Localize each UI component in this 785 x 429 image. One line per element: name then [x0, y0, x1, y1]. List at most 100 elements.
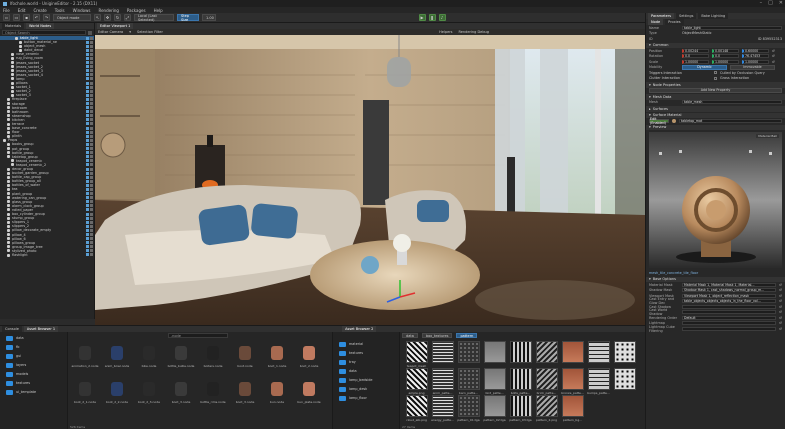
enabled-icon[interactable] [86, 220, 89, 224]
enabled-icon[interactable] [86, 237, 89, 241]
visibility-icon[interactable] [90, 183, 93, 187]
texture-item[interactable]: cloud_alb.png [404, 395, 429, 423]
visibility-toggles[interactable] [86, 73, 93, 77]
visibility-icon[interactable] [90, 208, 93, 212]
asset-item[interactable]: boot_3.node [230, 379, 260, 407]
visibility-icon[interactable] [90, 175, 93, 179]
visibility-icon[interactable] [90, 102, 93, 105]
enabled-icon[interactable] [86, 159, 89, 163]
select-icon[interactable]: ↖ [94, 14, 101, 21]
visibility-icon[interactable] [90, 142, 93, 146]
visibility-icon[interactable] [90, 73, 93, 77]
enabled-icon[interactable] [86, 110, 89, 114]
visibility-toggles[interactable] [86, 155, 93, 159]
rotate-icon[interactable]: ↻ [114, 14, 121, 21]
texture-item[interactable]: teapot_mesh [404, 341, 429, 369]
visibility-toggles[interactable] [86, 245, 93, 249]
visibility-icon[interactable] [90, 61, 93, 65]
visibility-toggles[interactable] [86, 228, 93, 232]
enabled-icon[interactable] [86, 142, 89, 146]
option-value[interactable]: Shadow Mask 1, cast_shadows_normal_group… [682, 288, 777, 293]
texture-item[interactable] [456, 341, 481, 369]
texture-item[interactable]: pattern_2.png [534, 395, 559, 423]
scale-y-field[interactable]: 1.00000 [712, 59, 739, 64]
enabled-icon[interactable] [86, 52, 89, 56]
visibility-icon[interactable] [90, 126, 93, 130]
visibility-icon[interactable] [90, 77, 93, 81]
enabled-icon[interactable] [86, 69, 89, 73]
enabled-icon[interactable] [86, 77, 89, 81]
enabled-icon[interactable] [86, 122, 89, 126]
name-field[interactable]: table_light [682, 25, 782, 30]
visibility-toggles[interactable] [86, 40, 93, 44]
enabled-icon[interactable] [86, 175, 89, 179]
visibility-icon[interactable] [90, 163, 93, 167]
visibility-icon[interactable] [90, 134, 93, 138]
enabled-icon[interactable] [86, 212, 89, 216]
texture-item[interactable]: anim_patte... [430, 368, 455, 396]
enabled-icon[interactable] [86, 163, 89, 167]
enabled-icon[interactable] [86, 134, 89, 138]
texture-item[interactable]: bumps_patte... [586, 368, 611, 396]
enabled-icon[interactable] [86, 61, 89, 65]
visibility-toggles[interactable] [86, 237, 93, 241]
visibility-icon[interactable] [90, 48, 93, 52]
visibility-toggles[interactable] [86, 114, 93, 118]
visibility-icon[interactable] [90, 110, 93, 114]
visibility-toggles[interactable] [86, 147, 93, 151]
checkbox[interactable] [714, 76, 717, 80]
option-value[interactable] [682, 304, 777, 309]
rotation-y-field[interactable]: 0.0 [712, 54, 739, 59]
minimize-button[interactable]: – [760, 0, 763, 6]
visibility-toggles[interactable] [86, 106, 93, 110]
visibility-toggles[interactable] [86, 102, 93, 105]
visibility-toggles[interactable] [86, 138, 93, 142]
visibility-toggles[interactable] [86, 187, 93, 191]
texture-item[interactable] [482, 341, 507, 369]
visibility-toggles[interactable] [86, 56, 93, 60]
texture-item[interactable] [586, 341, 611, 369]
visibility-icon[interactable] [90, 93, 93, 97]
mesh-field[interactable]: table_mesh [682, 100, 782, 105]
visibility-toggles[interactable] [86, 163, 93, 167]
visibility-icon[interactable] [90, 249, 93, 253]
visibility-icon[interactable] [90, 204, 93, 208]
asset-item[interactable]: boot_3.node [166, 379, 196, 407]
enabled-icon[interactable] [86, 81, 89, 85]
asset-item[interactable]: bottle_bulbs.node [166, 343, 196, 371]
open-icon[interactable]: ▭ [13, 14, 20, 21]
enabled-icon[interactable] [86, 73, 89, 77]
visibility-icon[interactable] [90, 106, 93, 110]
visibility-toggles[interactable] [86, 61, 93, 65]
texture-item[interactable] [612, 368, 637, 396]
enabled-icon[interactable] [86, 171, 89, 175]
visibility-icon[interactable] [90, 40, 93, 44]
folder-item[interactable]: lamp_desk [333, 385, 399, 394]
visibility-icon[interactable] [90, 81, 93, 85]
visibility-toggles[interactable] [86, 48, 93, 52]
asset-item[interactable]: boot_1.node [262, 343, 292, 371]
visibility-toggles[interactable] [86, 167, 93, 171]
texture-item[interactable]: bird_patte... [482, 368, 507, 396]
enabled-icon[interactable] [86, 126, 89, 130]
enabled-icon[interactable] [86, 179, 89, 183]
visibility-toggles[interactable] [86, 196, 93, 200]
enabled-icon[interactable] [86, 36, 89, 40]
tab-proxies[interactable]: Proxies [665, 19, 684, 25]
texture-item[interactable]: energy_patte... [430, 395, 455, 423]
visibility-toggles[interactable] [86, 89, 93, 93]
reset-icon[interactable]: ↺ [779, 288, 782, 292]
asset-item[interactable]: anim_bowl.node [102, 343, 132, 371]
enabled-icon[interactable] [86, 56, 89, 60]
enabled-icon[interactable] [86, 253, 89, 257]
option-value[interactable]: Viewport Mask 1, object_reflection_mask [682, 293, 777, 298]
sound-icon[interactable]: ♪ [438, 14, 446, 21]
asset-item[interactable]: boot_2_2.node [102, 379, 132, 407]
position-z-field[interactable]: 0.60000 [742, 48, 769, 53]
visibility-icon[interactable] [90, 196, 93, 200]
tab-materials[interactable]: Materials [2, 23, 25, 29]
step-size-toggle[interactable]: Step Size [177, 14, 199, 22]
rotation-z-field[interactable]: 76.47453 [742, 54, 769, 59]
visibility-icon[interactable] [90, 89, 93, 93]
enabled-icon[interactable] [86, 200, 89, 204]
